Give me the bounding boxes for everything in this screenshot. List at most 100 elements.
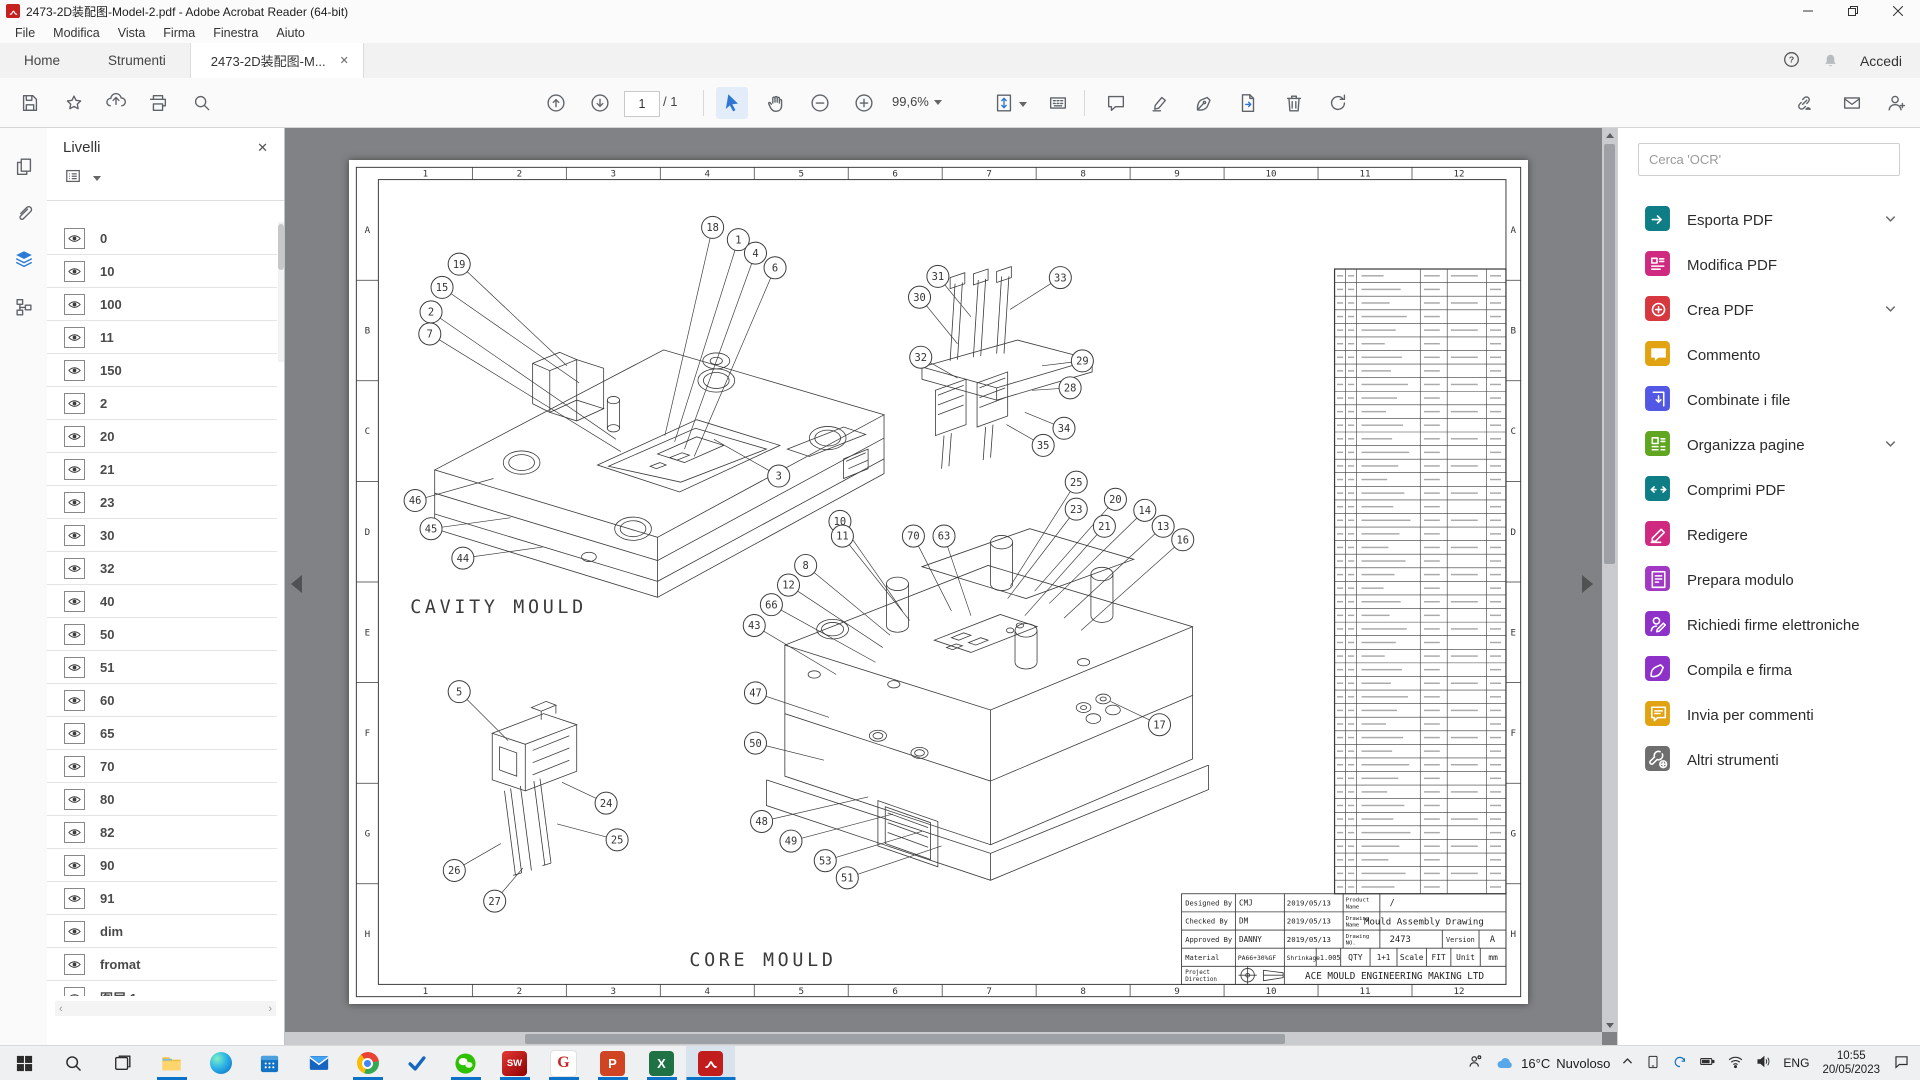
layer-visibility-eye-icon[interactable] bbox=[64, 657, 85, 678]
taskbar-wechat-icon[interactable] bbox=[441, 1046, 490, 1080]
layer-row[interactable]: 51 bbox=[47, 651, 277, 684]
layer-row[interactable]: 23 bbox=[47, 486, 277, 519]
menu-vista[interactable]: Vista bbox=[109, 24, 155, 42]
layer-row[interactable]: 30 bbox=[47, 519, 277, 552]
save-icon[interactable] bbox=[14, 87, 46, 119]
layer-row[interactable]: 50 bbox=[47, 618, 277, 651]
tool-prepara-modulo[interactable]: Prepara modulo bbox=[1618, 558, 1920, 603]
layer-visibility-eye-icon[interactable] bbox=[64, 987, 85, 997]
layer-row[interactable]: 40 bbox=[47, 585, 277, 618]
taskbar-excel-icon[interactable]: X bbox=[637, 1046, 686, 1080]
page-thumbnails-icon[interactable] bbox=[11, 154, 37, 180]
tool-organizza-pagine[interactable]: Organizza pagine bbox=[1618, 423, 1920, 468]
tab-home[interactable]: Home bbox=[0, 43, 84, 78]
rotate-icon[interactable] bbox=[1322, 87, 1354, 119]
help-icon[interactable]: ? bbox=[1782, 50, 1801, 72]
taskbar-explorer-icon[interactable] bbox=[147, 1046, 196, 1080]
layer-visibility-eye-icon[interactable] bbox=[64, 294, 85, 315]
volume-icon[interactable] bbox=[1755, 1053, 1772, 1073]
layer-visibility-eye-icon[interactable] bbox=[64, 525, 85, 546]
taskbar-calendar-icon[interactable] bbox=[245, 1046, 294, 1080]
layer-visibility-eye-icon[interactable] bbox=[64, 459, 85, 480]
panel-close-icon[interactable]: ✕ bbox=[257, 140, 268, 156]
layer-visibility-eye-icon[interactable] bbox=[64, 426, 85, 447]
layer-row[interactable]: dim bbox=[47, 915, 277, 948]
layer-row[interactable]: 150 bbox=[47, 354, 277, 387]
menu-firma[interactable]: Firma bbox=[154, 24, 204, 42]
highlight-icon[interactable] bbox=[1144, 87, 1176, 119]
accedi-button[interactable]: Accedi bbox=[1860, 53, 1902, 69]
selection-tool-icon[interactable] bbox=[716, 87, 748, 119]
zoom-in-icon[interactable] bbox=[848, 87, 880, 119]
layer-row[interactable]: 0 bbox=[47, 222, 277, 255]
document-horizontal-scrollbar[interactable] bbox=[285, 1032, 1602, 1046]
battery-icon[interactable] bbox=[1699, 1053, 1716, 1073]
taskbar-mail-icon[interactable] bbox=[294, 1046, 343, 1080]
layer-row[interactable]: 100 bbox=[47, 288, 277, 321]
your-phone-icon[interactable] bbox=[1645, 1054, 1661, 1073]
tab-strumenti[interactable]: Strumenti bbox=[84, 43, 190, 78]
find-icon[interactable] bbox=[186, 87, 218, 119]
tab-document[interactable]: 2473-2D装配图-M...✕ bbox=[190, 43, 364, 78]
share-cloud-icon[interactable] bbox=[100, 87, 132, 119]
export-file-icon[interactable] bbox=[1232, 87, 1264, 119]
layer-visibility-eye-icon[interactable] bbox=[64, 723, 85, 744]
panel-horizontal-scrollbar[interactable]: ‹› bbox=[55, 1001, 276, 1016]
layer-row[interactable]: 11 bbox=[47, 321, 277, 354]
reading-mode-icon[interactable] bbox=[1042, 87, 1074, 119]
layer-visibility-eye-icon[interactable] bbox=[64, 888, 85, 909]
layer-row[interactable]: 32 bbox=[47, 552, 277, 585]
layer-row[interactable]: 90 bbox=[47, 849, 277, 882]
email-icon[interactable] bbox=[1836, 87, 1868, 119]
panel-vertical-scrollbar[interactable] bbox=[278, 222, 284, 362]
layer-visibility-eye-icon[interactable] bbox=[64, 558, 85, 579]
tool-modifica-pdf[interactable]: Modifica PDF bbox=[1618, 243, 1920, 288]
taskbar-g-app-icon[interactable]: G bbox=[539, 1046, 588, 1080]
taskbar-acrobat-icon[interactable] bbox=[686, 1046, 735, 1080]
page-number-input[interactable] bbox=[624, 91, 660, 117]
layer-visibility-eye-icon[interactable] bbox=[64, 228, 85, 249]
layer-visibility-eye-icon[interactable] bbox=[64, 756, 85, 777]
layer-visibility-eye-icon[interactable] bbox=[64, 690, 85, 711]
menu-file[interactable]: File bbox=[6, 24, 44, 42]
previous-page-icon[interactable] bbox=[540, 87, 572, 119]
print-icon[interactable] bbox=[142, 87, 174, 119]
add-comment-icon[interactable] bbox=[1100, 87, 1132, 119]
add-person-icon[interactable] bbox=[1880, 87, 1912, 119]
layer-row[interactable]: 70 bbox=[47, 750, 277, 783]
zoom-out-icon[interactable] bbox=[804, 87, 836, 119]
taskbar-edge-icon[interactable] bbox=[196, 1046, 245, 1080]
layer-visibility-eye-icon[interactable] bbox=[64, 261, 85, 282]
minimize-button[interactable] bbox=[1785, 0, 1830, 22]
menu-aiuto[interactable]: Aiuto bbox=[267, 24, 314, 42]
model-tree-icon[interactable] bbox=[11, 294, 37, 320]
sync-icon[interactable] bbox=[1672, 1054, 1688, 1073]
layer-row[interactable]: 91 bbox=[47, 882, 277, 915]
tool-esporta-pdf[interactable]: Esporta PDF bbox=[1618, 198, 1920, 243]
clock[interactable]: 10:55 20/05/2023 bbox=[1822, 1049, 1880, 1078]
menu-modifica[interactable]: Modifica bbox=[44, 24, 109, 42]
attachments-icon[interactable] bbox=[11, 200, 37, 226]
tab-close-icon[interactable]: ✕ bbox=[340, 54, 349, 67]
layer-options-icon[interactable] bbox=[63, 166, 83, 191]
fit-width-caret-icon[interactable] bbox=[1019, 102, 1027, 107]
share-link-icon[interactable] bbox=[1788, 87, 1820, 119]
menu-finestra[interactable]: Finestra bbox=[204, 24, 267, 42]
layer-visibility-eye-icon[interactable] bbox=[64, 492, 85, 513]
layer-row[interactable]: 10 bbox=[47, 255, 277, 288]
layer-visibility-eye-icon[interactable] bbox=[64, 591, 85, 612]
layer-row[interactable]: 21 bbox=[47, 453, 277, 486]
tool-compila-e-firma[interactable]: Compila e firma bbox=[1618, 648, 1920, 693]
weather-widget[interactable]: 16°C Nuvoloso bbox=[1495, 1053, 1610, 1073]
layer-row[interactable]: 图层 1 bbox=[47, 981, 277, 996]
previous-page-arrow[interactable] bbox=[291, 575, 302, 593]
sign-icon[interactable] bbox=[1188, 87, 1220, 119]
notifications-bell-icon[interactable] bbox=[1821, 50, 1840, 72]
tool-crea-pdf[interactable]: Crea PDF bbox=[1618, 288, 1920, 333]
delete-pages-icon[interactable] bbox=[1278, 87, 1310, 119]
layer-visibility-eye-icon[interactable] bbox=[64, 393, 85, 414]
taskbar-search-icon[interactable] bbox=[49, 1046, 98, 1080]
layer-visibility-eye-icon[interactable] bbox=[64, 327, 85, 348]
close-button[interactable] bbox=[1875, 0, 1920, 22]
tray-chevron-icon[interactable] bbox=[1621, 1055, 1634, 1071]
